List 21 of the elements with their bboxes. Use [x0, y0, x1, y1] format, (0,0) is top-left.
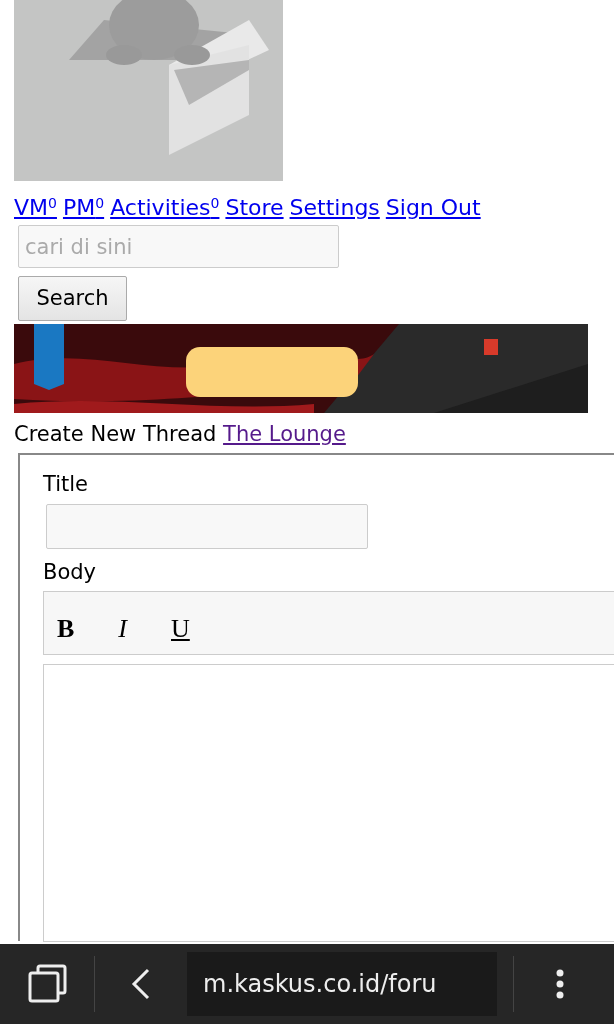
tabs-icon[interactable]	[27, 963, 69, 1005]
italic-button[interactable]: I	[118, 603, 127, 654]
title-field[interactable]	[46, 504, 368, 550]
nav-link[interactable]: VM$^{0}$	[14, 195, 57, 220]
underline-button[interactable]: U	[171, 603, 190, 654]
nav-link[interactable]: Activities$^{0}$	[110, 195, 220, 220]
search-button[interactable]: Search	[18, 276, 127, 322]
nav-link[interactable]: PM$^{0}$	[62, 195, 105, 220]
page-heading: Create New Thread	[14, 422, 217, 447]
menu-icon[interactable]	[556, 969, 564, 999]
back-icon[interactable]	[131, 968, 151, 1000]
address-bar[interactable]: m.kaskus.co.id/foru	[187, 952, 497, 1016]
nav-link[interactable]: Store	[225, 195, 284, 220]
field-label: Body	[43, 559, 97, 587]
nav-link[interactable]: Settings	[289, 195, 380, 220]
nav-link[interactable]: Sign Out	[385, 195, 481, 220]
bold-button[interactable]: B	[57, 603, 75, 654]
search-field[interactable]: cari di sini	[18, 225, 339, 269]
forum-link[interactable]: The Lounge	[223, 422, 346, 447]
body-field[interactable]	[43, 663, 614, 942]
field-label: Title	[43, 470, 89, 498]
